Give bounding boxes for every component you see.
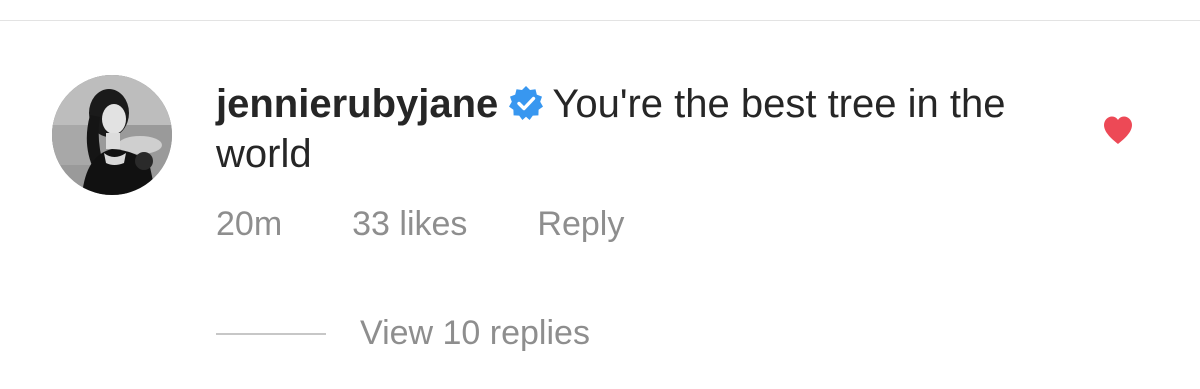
view-replies-button[interactable]: View 10 replies bbox=[216, 314, 590, 353]
verified-badge-icon bbox=[508, 85, 544, 121]
top-divider bbox=[0, 20, 1200, 21]
heart-filled-icon bbox=[1104, 116, 1132, 144]
comment-body: jennierubyjane You're the best tree in t… bbox=[216, 79, 1046, 244]
avatar[interactable] bbox=[52, 75, 172, 195]
like-button[interactable] bbox=[1102, 115, 1134, 145]
username-link[interactable]: jennierubyjane bbox=[216, 82, 498, 126]
comment-timestamp: 20m bbox=[216, 205, 283, 243]
comment-text-block: jennierubyjane You're the best tree in t… bbox=[216, 79, 1046, 179]
reply-button[interactable]: Reply bbox=[537, 205, 624, 244]
likes-count-link[interactable]: 33 likes bbox=[352, 205, 467, 244]
replies-divider-line bbox=[216, 332, 326, 335]
view-replies-label: View 10 replies bbox=[360, 314, 590, 352]
avatar-image bbox=[52, 75, 172, 195]
comment: jennierubyjane You're the best tree in t… bbox=[52, 75, 1152, 315]
comment-meta: 20m 33 likes Reply bbox=[216, 205, 1046, 244]
